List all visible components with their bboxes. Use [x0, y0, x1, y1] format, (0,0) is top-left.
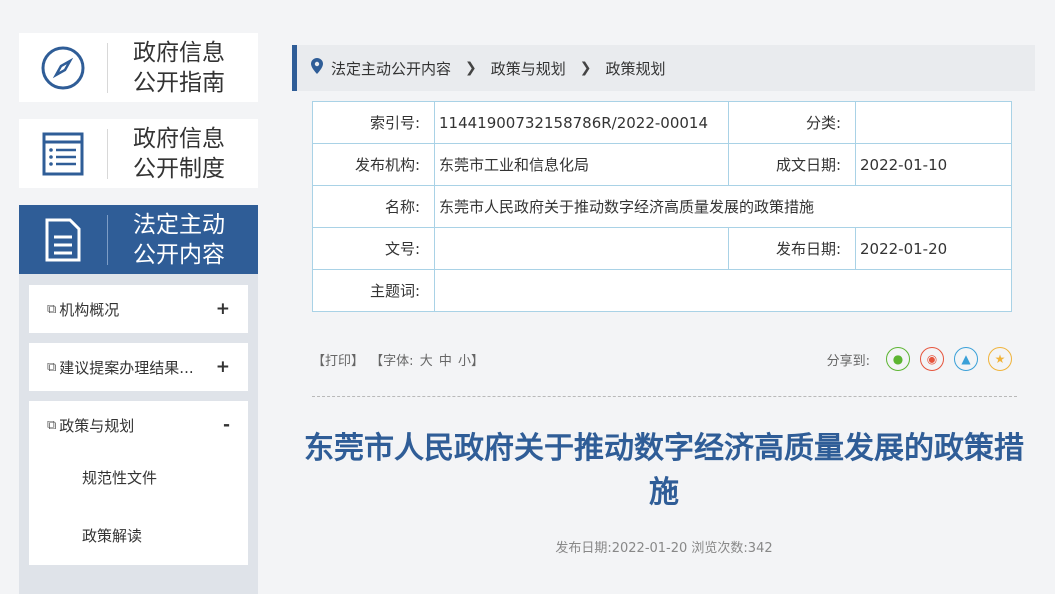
font-size-label: 【字体:: [370, 353, 414, 369]
publisher-label: 发布机构:: [312, 143, 435, 186]
print-button[interactable]: 【打印】: [312, 354, 364, 369]
breadcrumb-item[interactable]: 法定主动公开内容: [331, 58, 451, 79]
doc-number-value: [434, 227, 729, 270]
font-large-button[interactable]: 大: [420, 354, 433, 369]
qq-share-icon[interactable]: ▲: [954, 347, 978, 371]
name-label: 名称:: [312, 185, 435, 228]
name-value: 东莞市人民政府关于推动数字经济高质量发展的政策措施: [434, 185, 1012, 228]
nav-card-guide[interactable]: 政府信息 公开指南: [19, 33, 258, 102]
created-date-value: 2022-01-10: [855, 143, 1012, 186]
breadcrumb-item[interactable]: 政策与规划: [491, 58, 566, 79]
chevron-right-icon: ❯: [579, 60, 592, 76]
sidebar-item-policy[interactable]: ⧉ 政策与规划 -: [29, 401, 248, 449]
collapse-icon[interactable]: -: [223, 415, 230, 435]
index-label: 索引号:: [312, 101, 435, 144]
nav-card-label: 法定主动 公开内容: [133, 211, 225, 268]
sidebar-item-label: 机构概况: [59, 300, 120, 319]
expand-icon[interactable]: +: [216, 357, 230, 377]
copy-icon: ⧉: [47, 359, 57, 375]
chevron-right-icon: ❯: [465, 60, 477, 76]
sub-menu-panel: ⧉ 机构概况 + ⧉ 建议提案办理结果... + ⧉ 政策与规划 - 规范性文件…: [19, 274, 258, 594]
weibo-share-icon[interactable]: ◉: [920, 347, 944, 371]
expand-icon[interactable]: +: [216, 299, 230, 319]
document-icon: [19, 217, 107, 263]
created-date-label: 成文日期:: [728, 143, 856, 186]
article-meta: 发布日期:2022-01-20 浏览次数:342: [555, 541, 773, 556]
sidebar: 政府信息 公开指南 政府信息 公开制度 法定主动 公开内容 ⧉ 机构概况 + ⧉…: [19, 33, 258, 594]
location-pin-icon: [311, 58, 323, 78]
copy-icon: ⧉: [47, 301, 57, 317]
share-label: 分享到:: [826, 353, 870, 369]
published-date-label: 发布日期:: [728, 227, 856, 270]
article-title: 东莞市人民政府关于推动数字经济高质量发展的政策措施: [304, 431, 1024, 510]
compass-icon: [19, 45, 107, 91]
keywords-value: [434, 269, 1012, 312]
nav-card-label: 政府信息 公开制度: [133, 125, 225, 182]
sidebar-child-normative-docs[interactable]: 规范性文件: [29, 449, 248, 507]
breadcrumb-item[interactable]: 政策规划: [606, 58, 666, 79]
font-small-button[interactable]: 小】: [458, 354, 484, 369]
document-info-table: 索引号: 11441900732158786R/2022-00014 分类: 发…: [312, 101, 1012, 312]
tool-bar: 【打印】 【字体: 大 中 小】 分享到: ● ◉ ▲ ★: [312, 347, 1012, 371]
sidebar-item-proposals[interactable]: ⧉ 建议提案办理结果... +: [29, 343, 248, 391]
index-value: 11441900732158786R/2022-00014: [434, 101, 729, 144]
published-date-value: 2022-01-20: [855, 227, 1012, 270]
wechat-share-icon[interactable]: ●: [886, 347, 910, 371]
sidebar-child-policy-interpretation[interactable]: 政策解读: [29, 507, 248, 565]
sidebar-item-label: 建议提案办理结果...: [59, 358, 194, 377]
sidebar-item-label: 政策与规划: [59, 416, 135, 435]
divider: [312, 396, 1017, 397]
nav-card-system[interactable]: 政府信息 公开制度: [19, 119, 258, 188]
document-list-icon: [19, 131, 107, 177]
nav-card-label: 政府信息 公开指南: [133, 39, 225, 96]
publisher-value: 东莞市工业和信息化局: [434, 143, 729, 186]
breadcrumb: 法定主动公开内容 ❯ 政策与规划 ❯ 政策规划: [292, 45, 1035, 91]
main-content: 法定主动公开内容 ❯ 政策与规划 ❯ 政策规划 索引号: 11441900732…: [292, 45, 1035, 556]
keywords-label: 主题词:: [312, 269, 435, 312]
qzone-share-icon[interactable]: ★: [988, 347, 1012, 371]
sidebar-item-org-overview[interactable]: ⧉ 机构概况 +: [29, 285, 248, 333]
font-medium-button[interactable]: 中: [439, 354, 452, 369]
doc-number-label: 文号:: [312, 227, 435, 270]
copy-icon: ⧉: [47, 417, 57, 433]
category-value: [855, 101, 1012, 144]
nav-card-mandatory-disclosure[interactable]: 法定主动 公开内容: [19, 205, 258, 274]
category-label: 分类:: [728, 101, 856, 144]
sidebar-group-policy: ⧉ 政策与规划 - 规范性文件 政策解读: [29, 401, 248, 565]
